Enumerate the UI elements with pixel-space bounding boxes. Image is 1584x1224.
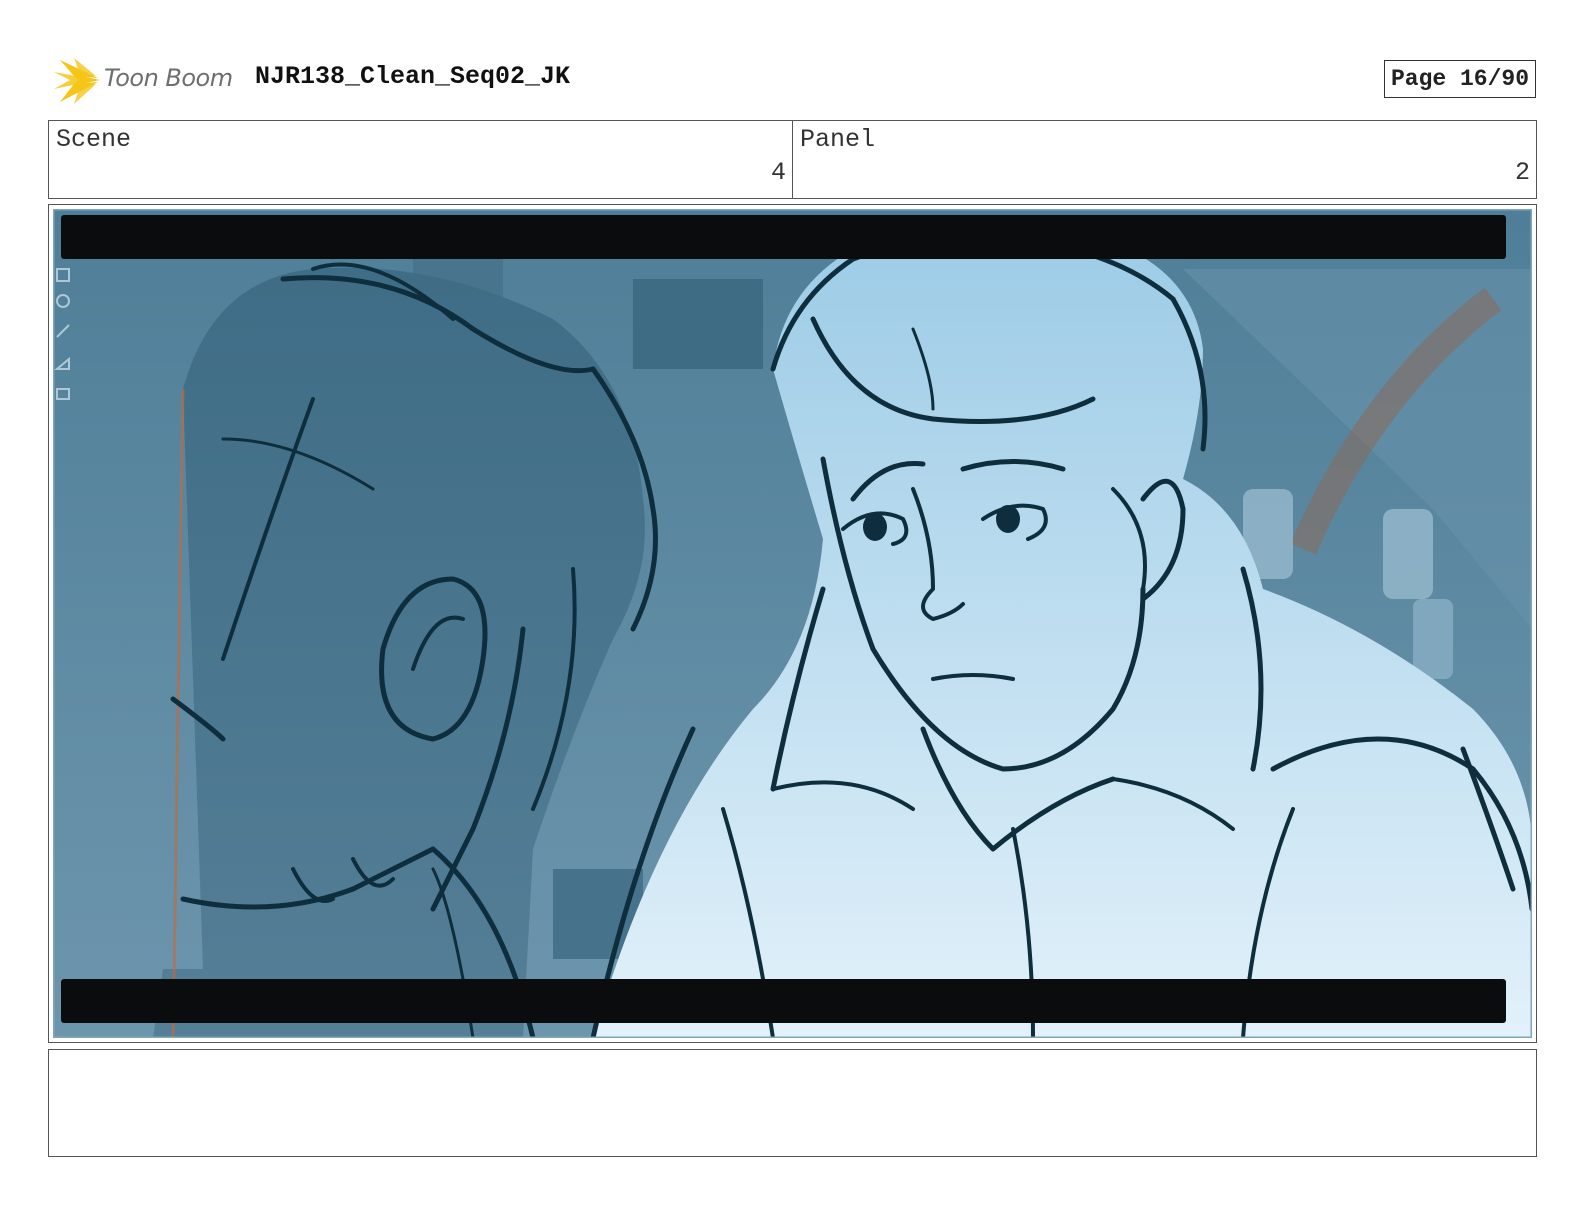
- storyboard-frame: [48, 204, 1537, 1043]
- toon-boom-logo: Toon Boom: [52, 56, 242, 106]
- scene-panel-info: Scene 4 Panel 2: [48, 120, 1537, 199]
- panel-cell: Panel 2: [792, 121, 1536, 198]
- storyboard-drawing-icon: [53, 209, 1532, 1038]
- starburst-icon: [54, 58, 100, 104]
- notes-box: [48, 1049, 1537, 1157]
- scene-value: 4: [770, 158, 786, 187]
- scene-label: Scene: [56, 125, 132, 154]
- logo-text: Toon Boom: [104, 64, 233, 92]
- panel-label: Panel: [800, 125, 876, 154]
- page-indicator: Page 16/90: [1384, 60, 1536, 98]
- scene-cell: Scene 4: [49, 121, 792, 198]
- document-title: NJR138_Clean_Seq02_JK: [255, 62, 571, 91]
- panel-value: 2: [1514, 158, 1530, 187]
